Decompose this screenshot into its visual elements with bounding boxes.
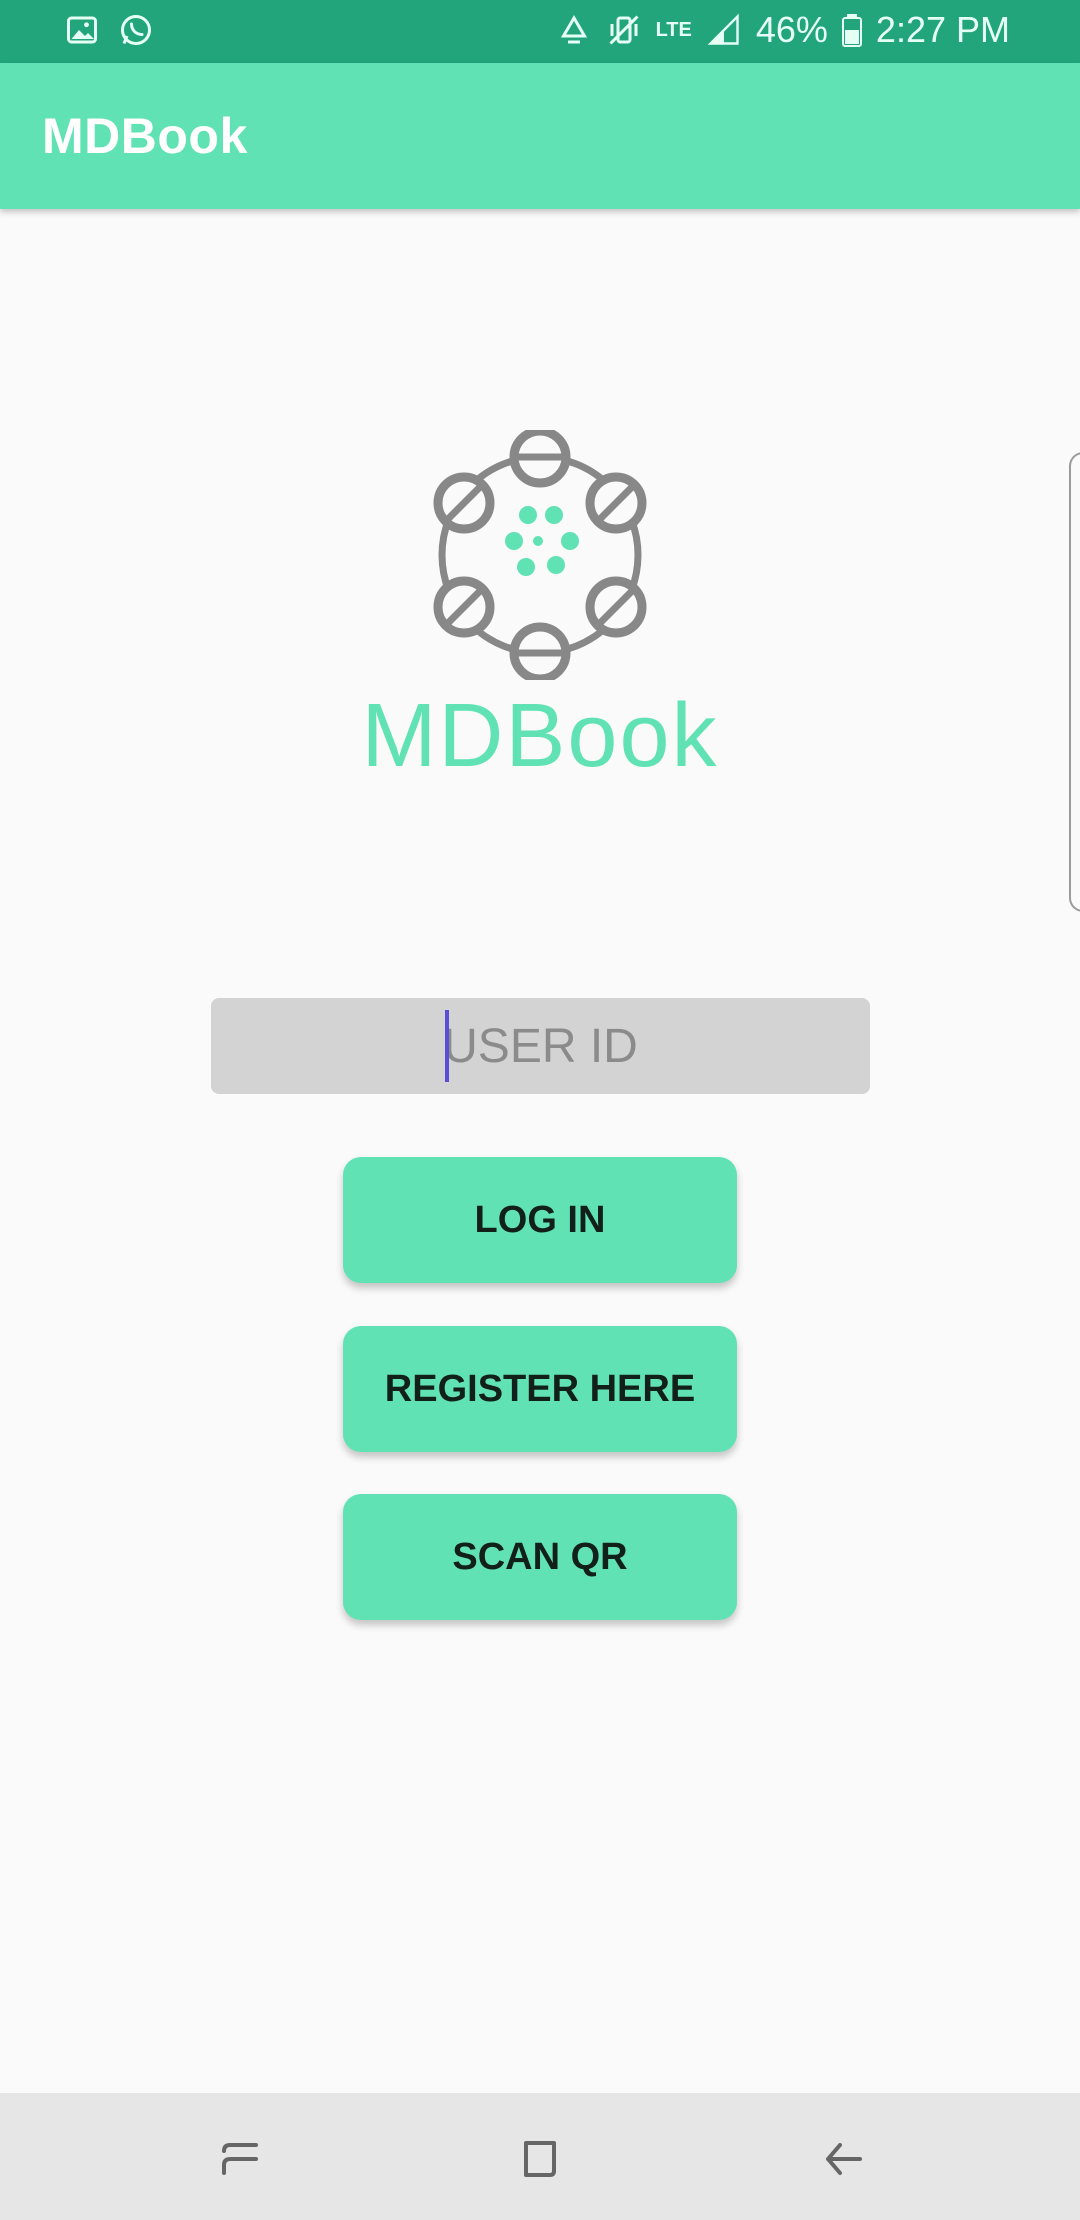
logo-text: MDBook	[361, 686, 719, 786]
scan-qr-button[interactable]: SCAN QR	[343, 1494, 737, 1620]
navigation-bar	[0, 2093, 1080, 2220]
recents-icon[interactable]	[212, 2131, 268, 2187]
lte-label: LTE	[655, 18, 692, 41]
login-button[interactable]: LOG IN	[343, 1157, 737, 1283]
signal-icon	[707, 13, 739, 45]
status-bar: LTE 46% 2:27 PM	[0, 0, 1080, 63]
edge-panel-handle[interactable]	[1069, 452, 1080, 912]
battery-percent: 46%	[755, 9, 828, 50]
home-icon[interactable]	[512, 2131, 568, 2187]
logo: MDBook	[340, 426, 740, 810]
register-button[interactable]: REGISTER HERE	[343, 1326, 737, 1452]
text-cursor	[445, 1010, 449, 1082]
vibrate-mute-icon	[609, 15, 639, 45]
clock: 2:27 PM	[875, 9, 1010, 50]
recycle-icon	[560, 15, 587, 44]
app-bar: MDBook	[0, 63, 1080, 209]
app-title: MDBook	[42, 108, 248, 164]
whatsapp-icon	[121, 15, 151, 45]
user-id-input[interactable]	[211, 998, 870, 1094]
image-icon	[67, 16, 97, 44]
molecule-logo-icon	[433, 426, 647, 684]
back-icon[interactable]	[816, 2131, 872, 2187]
battery-icon	[841, 14, 862, 47]
